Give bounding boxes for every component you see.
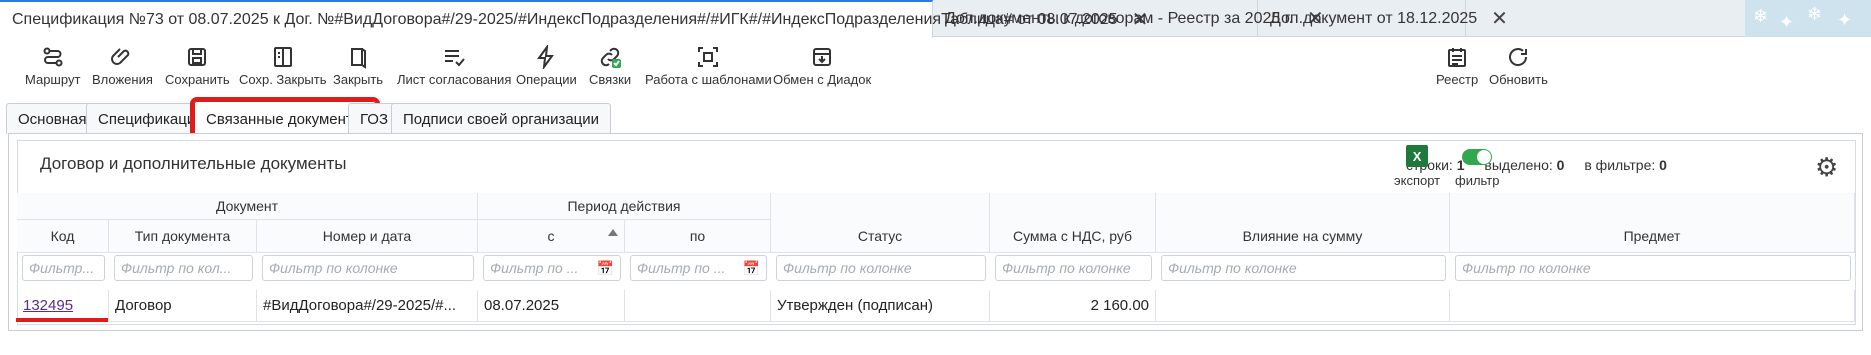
column-header-to[interactable]: по: [625, 220, 771, 253]
filter-toggle[interactable]: фильтр: [1455, 145, 1499, 188]
lightning-icon: [534, 44, 558, 70]
filter-input[interactable]: Фильтр по колонке: [995, 255, 1152, 281]
cell-from: 08.07.2025: [478, 290, 625, 322]
cell-to: [625, 290, 771, 322]
column-header-number-date[interactable]: Номер и дата: [257, 220, 478, 253]
book-icon: [346, 44, 370, 70]
save-icon: [185, 44, 209, 70]
filter-influence[interactable]: Фильтр по колонке: [1158, 253, 1449, 286]
group-header-document: Документ: [17, 193, 478, 220]
doc-tab-label: Доп.документы к договорам - Реестр за 20…: [945, 9, 1294, 27]
cell-doc-type: Договор: [109, 290, 257, 322]
calendar-icon[interactable]: 📅: [597, 260, 614, 277]
calendar-icon[interactable]: 📅: [743, 260, 760, 277]
filter-input[interactable]: Фильтр по колонке: [776, 255, 986, 281]
export-button[interactable]: X экспорт: [1394, 145, 1440, 188]
cell-amount: 2 160.00: [990, 290, 1156, 322]
tab-main[interactable]: Основная: [6, 103, 99, 134]
tab-own-organization-signatures[interactable]: Подписи своей организации: [391, 103, 612, 134]
save-button[interactable]: Сохранить: [165, 44, 230, 87]
registry-icon: [1445, 44, 1469, 70]
column-header-status[interactable]: Статус: [771, 193, 990, 253]
document-code-link[interactable]: 132495: [23, 297, 73, 314]
filter-status[interactable]: Фильтр по колонке: [773, 253, 989, 286]
filter-from[interactable]: Фильтр по ... 📅: [480, 253, 624, 286]
operations-button[interactable]: Операции: [516, 44, 577, 87]
close-button[interactable]: Закрыть: [333, 44, 383, 87]
code-highlight-underline: [16, 318, 108, 322]
column-header-amount[interactable]: Сумма с НДС, руб: [990, 193, 1156, 253]
gear-icon[interactable]: ⚙: [1815, 154, 1838, 180]
filter-input[interactable]: Фильтр по колонке: [1161, 255, 1446, 281]
filter-input[interactable]: Фильтр по кол...: [114, 255, 253, 281]
column-header-subject[interactable]: Предмет: [1450, 193, 1855, 253]
route-icon: [41, 44, 65, 70]
save-close-icon: [271, 44, 295, 70]
filter-subject[interactable]: Фильтр по колонке: [1452, 253, 1854, 286]
grid-stats: строки: 1 выделено: 0 в фильтре: 0: [1406, 157, 1667, 173]
route-button[interactable]: Маршрут: [25, 44, 80, 87]
refresh-icon: [1506, 44, 1530, 70]
group-header-period: Период действия: [478, 193, 771, 220]
toggle-switch-icon: [1462, 149, 1493, 165]
filter-doc-type[interactable]: Фильтр по кол...: [111, 253, 256, 286]
excel-icon: X: [1406, 145, 1429, 167]
filtered-count: 0: [1659, 157, 1667, 173]
attachments-button[interactable]: Вложения: [92, 44, 153, 87]
registry-button[interactable]: Реестр: [1436, 44, 1478, 87]
paperclip-icon: [110, 44, 134, 70]
doc-tab-label: Доп.документ от 18.12.2025: [1270, 9, 1478, 27]
column-header-from[interactable]: с: [478, 220, 625, 253]
doc-tab-additional-document[interactable]: Доп.документ от 18.12.2025 ✕: [1258, 0, 1508, 37]
filter-input[interactable]: Фильтр...: [22, 255, 105, 281]
close-icon[interactable]: ✕: [1491, 9, 1508, 29]
doc-tab-registry[interactable]: Доп.документы к договорам - Реестр за 20…: [933, 0, 1324, 37]
filter-number-date[interactable]: Фильтр по колонке: [259, 253, 477, 286]
list-check-icon: [442, 44, 466, 70]
save-close-button[interactable]: Сохр. Закрыть: [239, 44, 327, 87]
cell-status: Утвержден (подписан): [771, 290, 990, 322]
filter-amount[interactable]: Фильтр по колонке: [992, 253, 1155, 286]
document-tabs-bar: Спецификация №73 от 08.07.2025 к Дог. №#…: [0, 0, 1871, 38]
filter-input[interactable]: Фильтр по ... 📅: [630, 255, 767, 281]
refresh-button[interactable]: Обновить: [1489, 44, 1548, 87]
filter-input[interactable]: Фильтр по ... 📅: [483, 255, 621, 281]
cell-subject: [1450, 290, 1855, 322]
cell-number-date: #ВидДоговора#/29-2025/#...: [257, 290, 478, 322]
section-tabs: Основная Спецификация Связанные документ…: [0, 97, 1871, 140]
panel-title: Договор и дополнительные документы: [40, 154, 347, 173]
column-header-code[interactable]: Код: [17, 220, 109, 253]
winter-decoration: ❄ ✦ ❄ ✦: [1745, 0, 1871, 37]
templates-button[interactable]: Работа с шаблонами: [645, 44, 772, 87]
filter-code[interactable]: Фильтр...: [19, 253, 108, 286]
cell-influence: [1156, 290, 1450, 322]
selected-count: 0: [1556, 157, 1565, 173]
toolbar: Маршрут Вложения Сохранить Сохр. Закрыть…: [0, 38, 1871, 94]
template-icon: [696, 44, 720, 70]
filter-to[interactable]: Фильтр по ... 📅: [627, 253, 770, 286]
doc-tab-specification[interactable]: Спецификация №73 от 08.07.2025 к Дог. №#…: [0, 0, 1148, 38]
column-header-influence[interactable]: Влияние на сумму: [1156, 193, 1450, 253]
diadoc-button[interactable]: Обмен с Диадок: [773, 44, 871, 87]
filter-input[interactable]: Фильтр по колонке: [262, 255, 474, 281]
approval-sheet-button[interactable]: Лист согласования: [397, 44, 511, 87]
link-check-icon: [598, 44, 622, 70]
column-header-doc-type[interactable]: Тип документа: [109, 220, 257, 253]
filter-input[interactable]: Фильтр по колонке: [1455, 255, 1851, 281]
links-button[interactable]: Связки: [589, 44, 631, 87]
inbox-download-icon: [810, 44, 834, 70]
sort-ascending-icon: [608, 229, 618, 236]
